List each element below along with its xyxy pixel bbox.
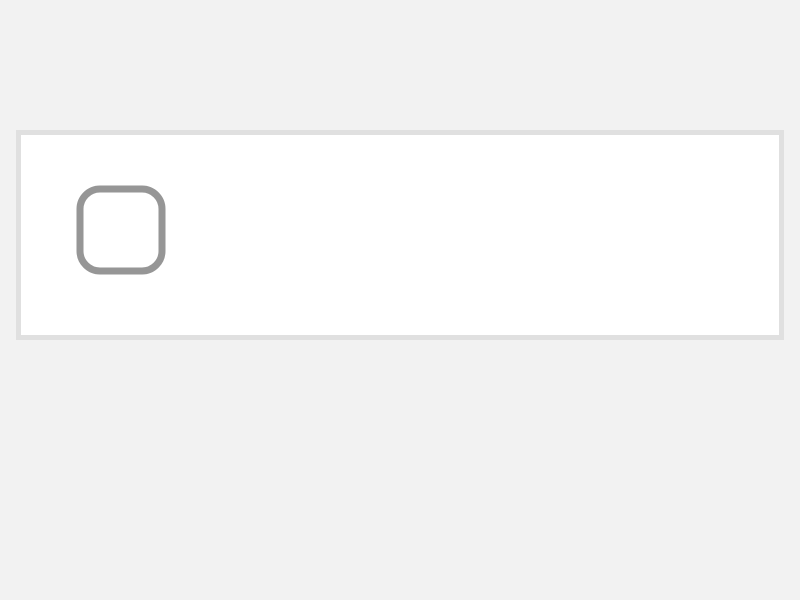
rounded-square-icon <box>76 185 166 275</box>
panel <box>16 130 784 340</box>
